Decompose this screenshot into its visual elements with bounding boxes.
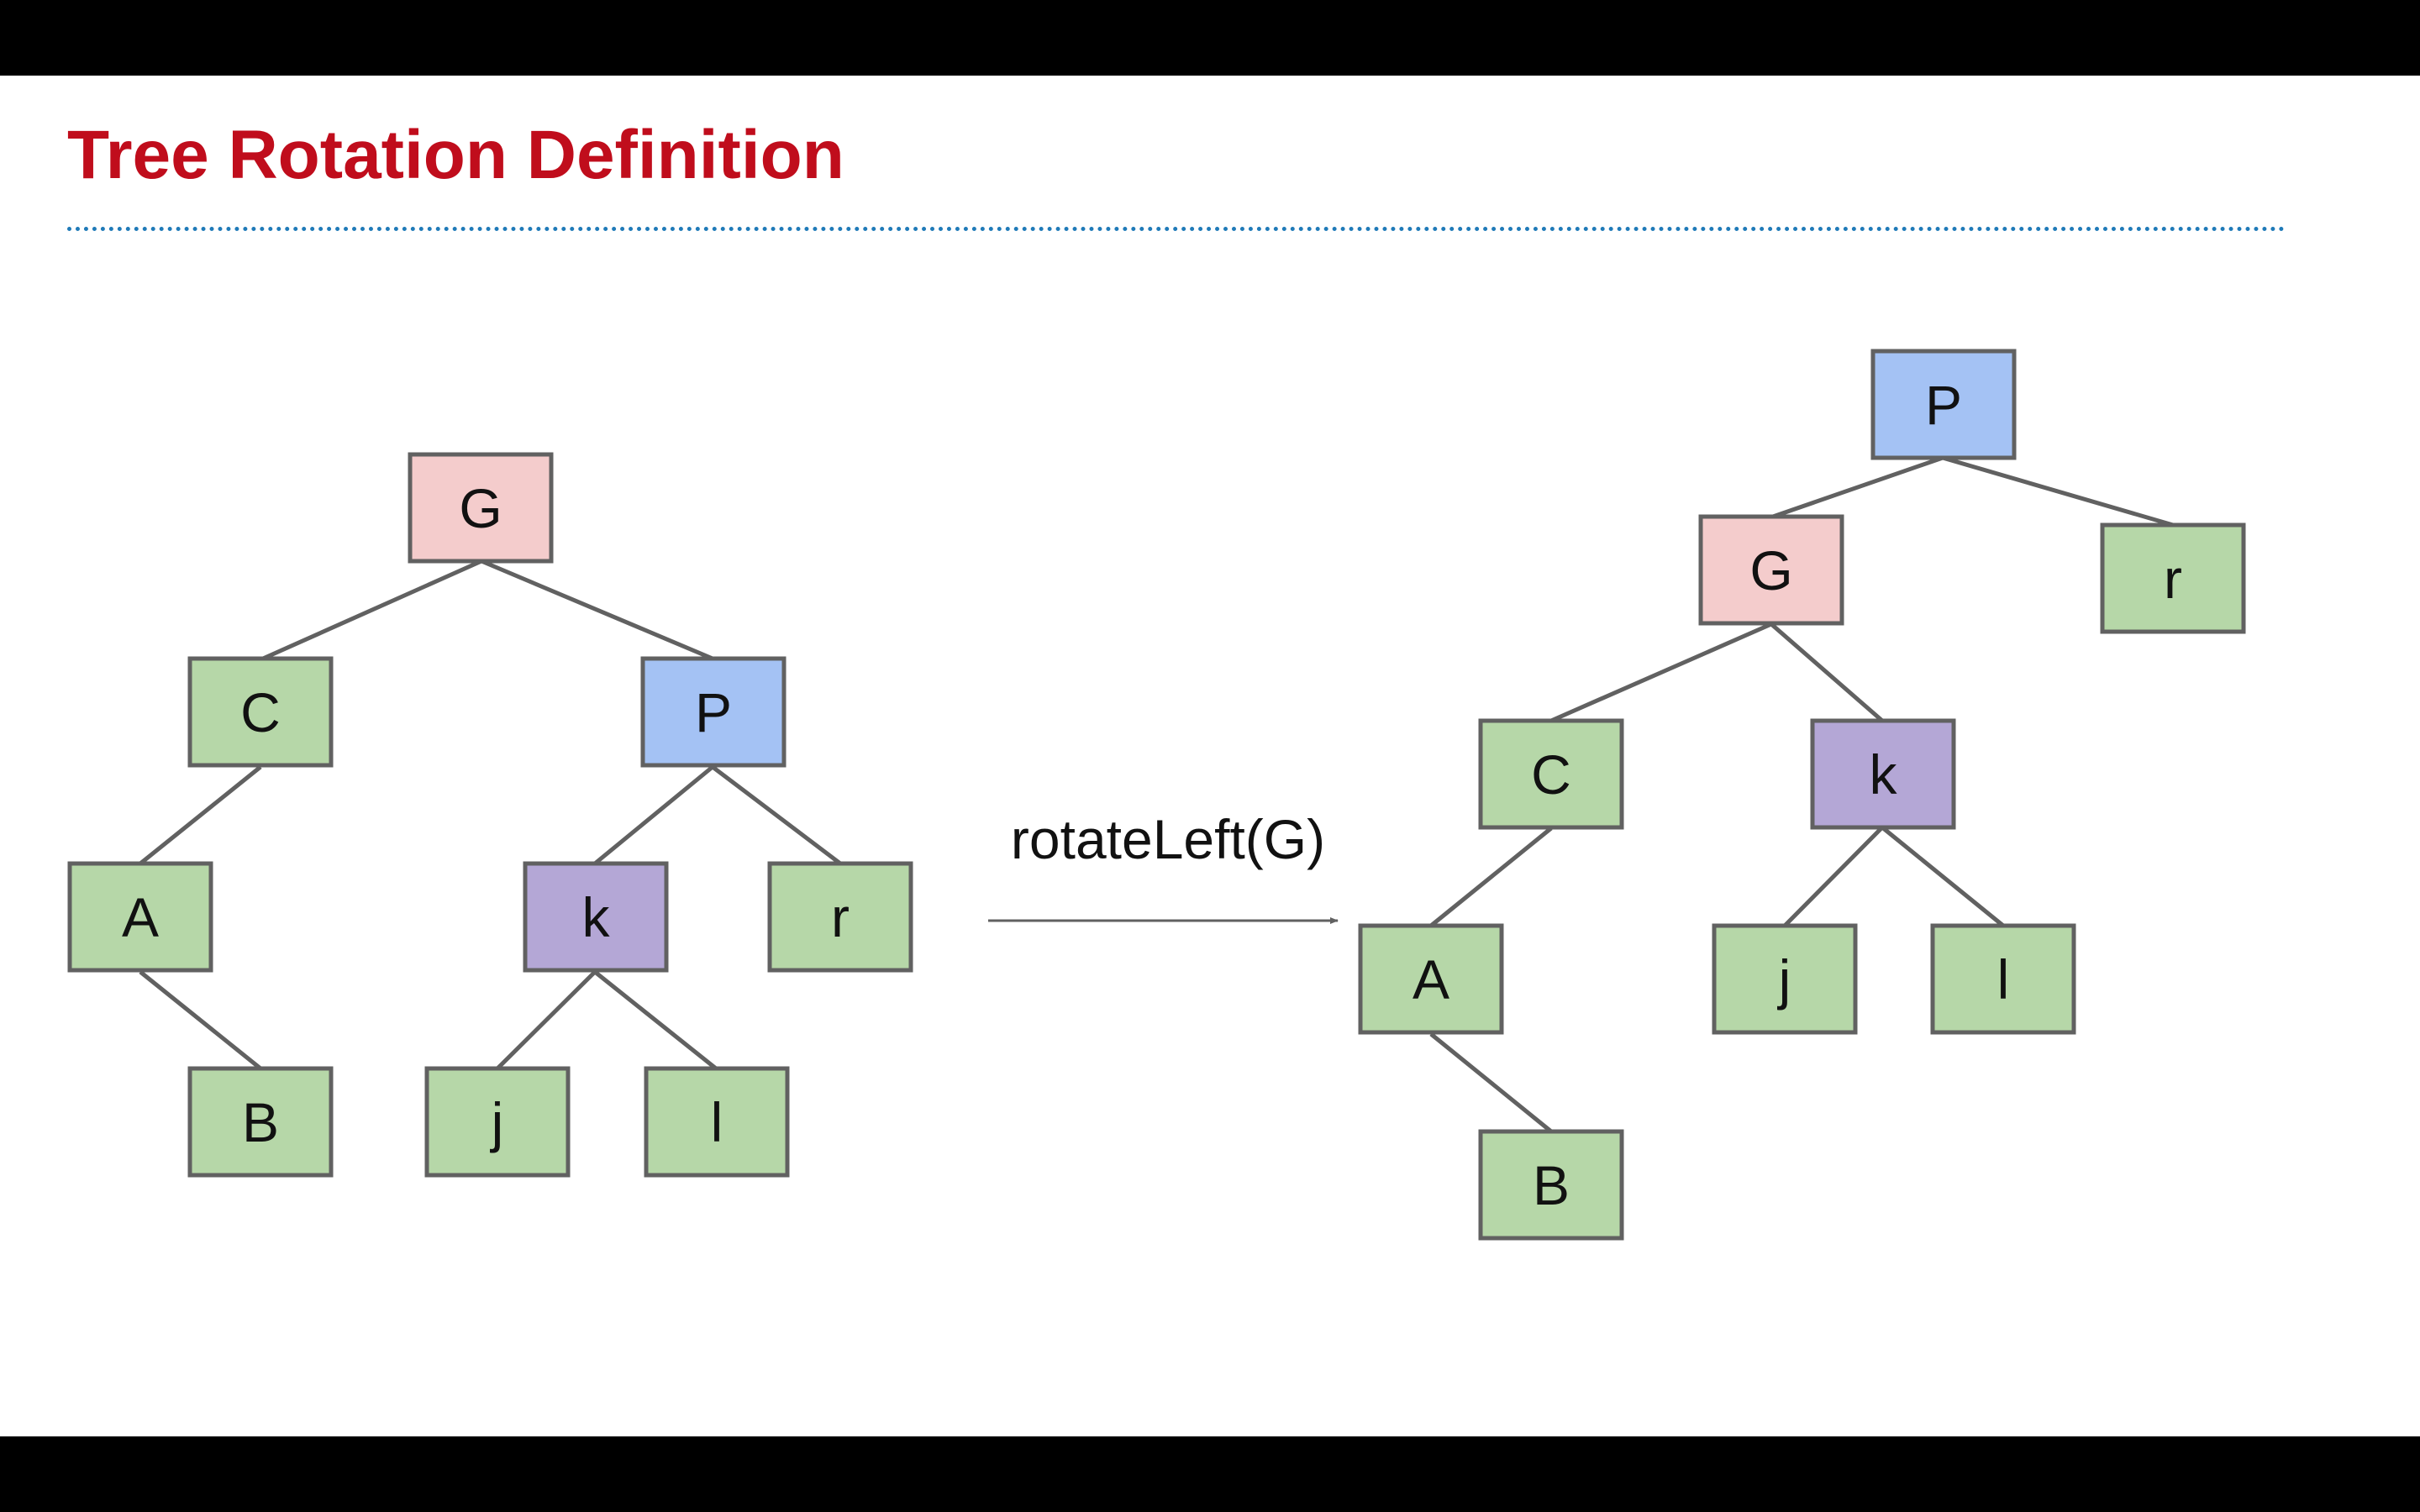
tree-node-G: G	[408, 452, 554, 564]
tree-node-l: l	[1930, 923, 2076, 1035]
edge-G-C	[261, 559, 483, 661]
node-label: l	[711, 1091, 723, 1153]
node-label: P	[1925, 374, 1962, 436]
edge-A-B	[1429, 1032, 1553, 1133]
tree-node-C: C	[1478, 718, 1624, 830]
edge-k-j	[1783, 826, 1884, 927]
edge-C-A	[1429, 827, 1553, 927]
node-label: B	[242, 1091, 279, 1153]
node-label: B	[1533, 1154, 1570, 1216]
node-label: A	[1413, 948, 1449, 1011]
edge-C-A	[139, 765, 262, 865]
slide: Tree Rotation Definition G C P A k r B j…	[0, 76, 2420, 1436]
edge-G-k	[1770, 622, 1884, 722]
tree-node-k: k	[1810, 718, 1956, 830]
presentation-stage: Tree Rotation Definition G C P A k r B j…	[0, 0, 2420, 1512]
tree-before: G C P A k r B j l	[67, 452, 913, 1178]
tree-rotation-diagram: G C P A k r B j l rotateLeft(G) P G r C …	[67, 349, 2246, 1241]
node-label: C	[240, 681, 281, 743]
node-label: C	[1531, 743, 1571, 806]
tree-node-P: P	[1870, 349, 2017, 460]
node-label: A	[122, 886, 159, 948]
node-label: r	[831, 886, 850, 948]
node-label: l	[1997, 948, 2010, 1011]
tree-node-r: r	[2100, 522, 2246, 634]
edge-A-B	[139, 970, 262, 1070]
rotation-operation: rotateLeft(G)	[988, 808, 1339, 924]
tree-node-r: r	[767, 861, 913, 973]
node-label: G	[459, 477, 502, 539]
tree-node-A: A	[1358, 923, 1504, 1035]
tree-node-C: C	[187, 656, 334, 768]
node-label: j	[1777, 948, 1791, 1011]
tree-node-A: A	[67, 861, 213, 973]
edge-P-G	[1772, 455, 1944, 519]
node-label: k	[582, 886, 611, 948]
edge-P-r	[711, 765, 842, 865]
tree-after: P G r C k A j l B	[1358, 349, 2246, 1241]
node-label: r	[2164, 548, 2182, 610]
tree-node-G: G	[1698, 514, 1844, 626]
edge-k-l	[593, 970, 718, 1070]
tree-node-j: j	[1712, 923, 1858, 1035]
node-label: k	[1870, 743, 1898, 806]
edge-P-r	[1942, 455, 2174, 528]
node-label: G	[1749, 539, 1792, 601]
edge-G-P	[481, 559, 713, 661]
tree-node-P: P	[640, 656, 786, 768]
tree-node-B: B	[1478, 1129, 1624, 1241]
tree-node-l: l	[644, 1066, 790, 1178]
edge-k-j	[496, 970, 597, 1070]
tree-node-k: k	[523, 861, 669, 973]
edge-k-l	[1881, 826, 2005, 927]
edge-P-k	[593, 765, 714, 865]
tree-node-j: j	[424, 1066, 571, 1178]
operation-label: rotateLeft(G)	[1011, 808, 1325, 870]
tree-node-B: B	[187, 1066, 334, 1178]
edges-before	[139, 559, 842, 1070]
node-label: j	[490, 1091, 504, 1153]
node-label: P	[695, 681, 732, 743]
edge-G-C	[1549, 622, 1773, 723]
